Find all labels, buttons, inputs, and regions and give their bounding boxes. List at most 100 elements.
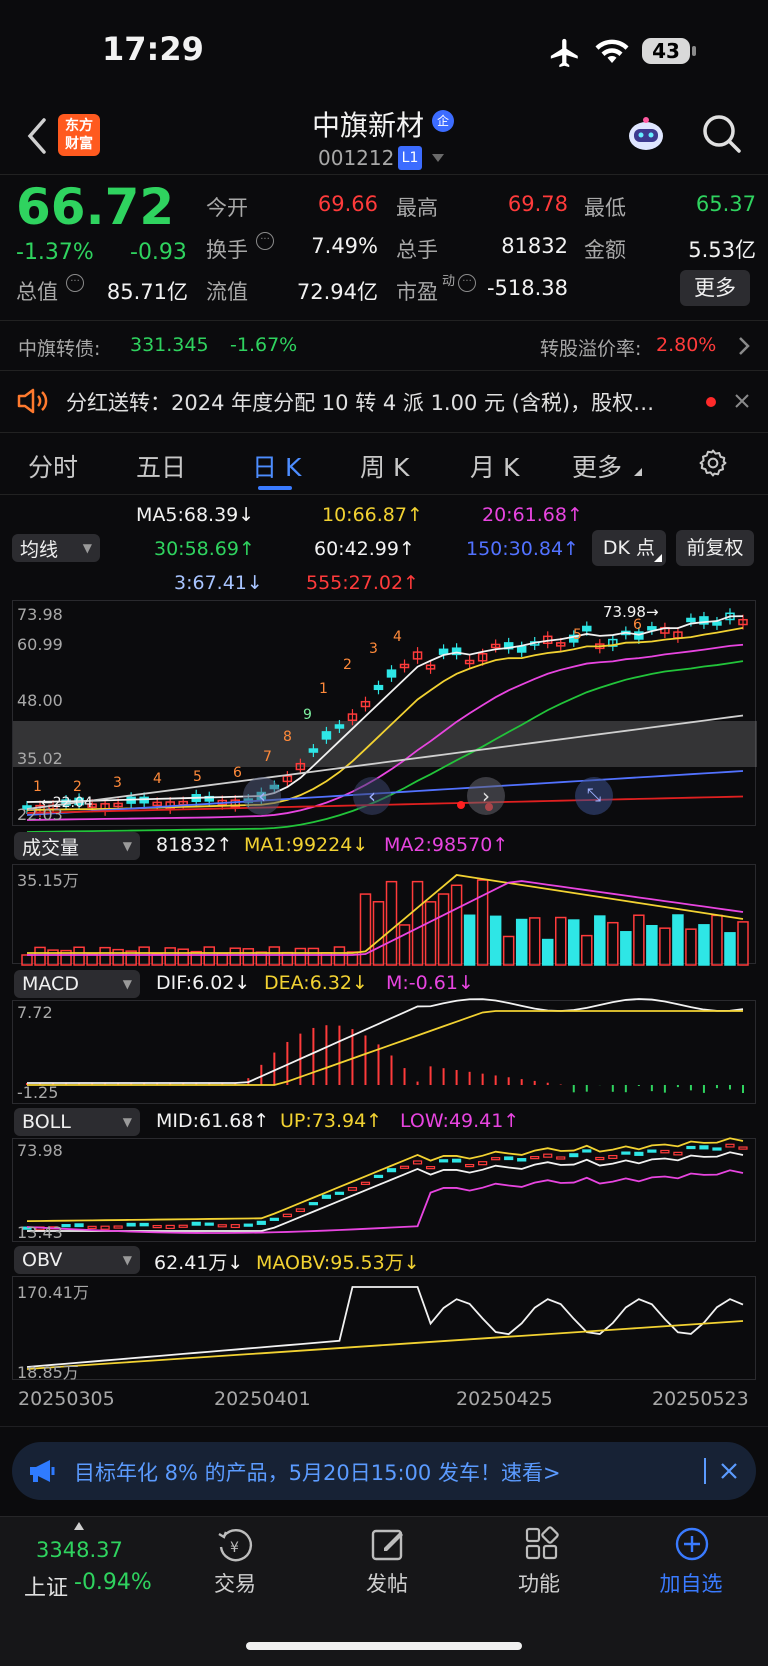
boll-candle bbox=[491, 1157, 501, 1161]
macd-y-min: -1.25 bbox=[17, 1083, 59, 1102]
volume-bar bbox=[711, 914, 723, 966]
dropdown-arrow-icon: ▼ bbox=[82, 541, 92, 555]
boll-candle bbox=[386, 1168, 397, 1173]
nav-functions[interactable]: 功能 bbox=[464, 1568, 614, 1598]
index-value[interactable]: 3348.37 bbox=[36, 1538, 123, 1562]
volume-bar bbox=[541, 938, 554, 966]
pe-superscript: 动 bbox=[442, 274, 456, 289]
high-label: 最高 bbox=[396, 196, 438, 220]
nav-add-watch[interactable]: 加自选 bbox=[616, 1568, 766, 1598]
more-button[interactable]: 更多 bbox=[680, 270, 750, 306]
boll-candle bbox=[634, 1151, 644, 1156]
adjust-button[interactable]: 前复权 bbox=[676, 530, 754, 566]
scroll-prev-button[interactable]: ‹ bbox=[353, 777, 391, 815]
ma5-value: MA5:68.39↓ bbox=[136, 504, 255, 526]
obv-selector[interactable]: OBV ▼ bbox=[14, 1246, 140, 1274]
boll-svg bbox=[22, 1137, 748, 1234]
index-name[interactable]: 上证 bbox=[24, 1570, 68, 1602]
boll-selector-label: BOLL bbox=[22, 1111, 71, 1133]
ma10-value: 10:66.87↑ bbox=[322, 504, 423, 526]
kline-y-label-4: 35.02 bbox=[17, 749, 63, 768]
signal-dot bbox=[457, 801, 465, 809]
nav-post[interactable]: 发帖 bbox=[312, 1568, 462, 1598]
boll-candle bbox=[230, 1224, 240, 1229]
tab-daily-k[interactable]: 日 K bbox=[252, 448, 301, 484]
bond-price: 331.345 bbox=[130, 334, 209, 356]
min-price-marker: ←22.04 bbox=[41, 795, 93, 811]
dropdown-arrow-icon: ▼ bbox=[122, 1253, 132, 1267]
kline-chart[interactable]: 123456789123456 73.98 60.99 48.00 35.02 … bbox=[12, 600, 757, 833]
volume-bar bbox=[242, 948, 255, 966]
volume-bar bbox=[620, 931, 632, 966]
bond-change: -1.67% bbox=[230, 334, 298, 356]
volume-bar bbox=[307, 947, 320, 966]
boll-candle bbox=[543, 1153, 553, 1158]
tab-intraday[interactable]: 分时 bbox=[28, 448, 78, 484]
volume-bar bbox=[138, 946, 150, 966]
volume-bar bbox=[489, 915, 502, 966]
volume-selector-label: 成交量 bbox=[22, 836, 80, 859]
tab-five-day[interactable]: 五日 bbox=[136, 448, 186, 484]
candle-body bbox=[321, 731, 332, 740]
x-axis-date-4: 20250523 bbox=[652, 1388, 749, 1410]
volume-y-max: 35.15万 bbox=[17, 871, 79, 890]
scroll-next-button[interactable]: › bbox=[467, 777, 505, 815]
boll-candle bbox=[61, 1224, 71, 1228]
ma30-value: 30:58.69↑ bbox=[154, 538, 255, 560]
enterprise-badge: 企 bbox=[432, 110, 454, 132]
obv-line bbox=[26, 1286, 744, 1368]
td-count-label: 1 bbox=[319, 681, 328, 697]
bond-label: 中旗转债: bbox=[18, 338, 101, 360]
boll-candle bbox=[425, 1166, 436, 1170]
obv-selector-label: OBV bbox=[22, 1249, 63, 1271]
tab-monthly-k[interactable]: 月 K bbox=[470, 448, 519, 484]
td-count-label: 7 bbox=[263, 749, 272, 765]
macd-selector[interactable]: MACD ▼ bbox=[14, 970, 140, 998]
index-change[interactable]: -0.94% bbox=[74, 1570, 152, 1595]
volume-bar bbox=[659, 927, 671, 966]
td-count-label: 4 bbox=[393, 629, 402, 645]
boll-selector[interactable]: BOLL ▼ bbox=[14, 1108, 140, 1136]
macd-svg bbox=[26, 998, 744, 1093]
kline-y-label-3: 48.00 bbox=[17, 691, 63, 710]
low-label: 最低 bbox=[584, 196, 626, 220]
premium-label: 转股溢价率: bbox=[540, 338, 642, 360]
boll-candle bbox=[126, 1222, 136, 1227]
volume-selector[interactable]: 成交量 ▼ bbox=[14, 832, 140, 860]
ma60-value: 60:42.99↑ bbox=[314, 538, 415, 560]
promo-banner[interactable]: 目标年化 8% 的产品，5月20日15:00 发车！速看> bbox=[12, 1442, 756, 1500]
pe-value: -518.38 bbox=[486, 276, 568, 300]
boll-candle bbox=[699, 1145, 709, 1150]
boll-candle bbox=[504, 1156, 514, 1161]
volume-bar bbox=[372, 901, 385, 966]
tab-more[interactable]: 更多 bbox=[572, 448, 622, 484]
macd-chart: 7.72 -1.25 bbox=[12, 998, 756, 1104]
expand-icon[interactable]: ⤡ bbox=[575, 777, 613, 815]
notice-bar[interactable]: 分红送转：2024 年度分配 10 转 4 派 1.00 元 (含税)，股权… bbox=[0, 371, 768, 431]
candle-body bbox=[712, 621, 722, 626]
boll-candle bbox=[712, 1147, 722, 1151]
candle-body bbox=[516, 645, 527, 653]
boll-candle bbox=[295, 1208, 305, 1213]
ma-selector[interactable]: 均线 ▼ bbox=[12, 534, 100, 562]
volume-value: 81832 bbox=[501, 234, 568, 258]
svg-text:¥: ¥ bbox=[230, 1540, 239, 1556]
volume-chart: 35.15万 bbox=[12, 864, 756, 966]
level-badge[interactable]: L1 bbox=[398, 146, 422, 170]
boll-mid: MID:61.68↑ bbox=[156, 1110, 270, 1132]
app-logo[interactable]: 东方 财富 bbox=[58, 114, 100, 156]
nav-trade[interactable]: 交易 bbox=[160, 1568, 310, 1598]
scroll-left-button[interactable]: ‹ bbox=[243, 777, 281, 815]
change-percent: -1.37% bbox=[16, 240, 94, 265]
pe-label: 市盈 bbox=[396, 280, 438, 304]
macd-dea: DEA:6.32↓ bbox=[264, 972, 368, 994]
tab-weekly-k[interactable]: 周 K bbox=[360, 448, 409, 484]
turnover-info-icon[interactable]: ··· bbox=[256, 232, 274, 250]
mktcap-info-icon[interactable]: ··· bbox=[66, 274, 84, 292]
maobv-line bbox=[26, 1320, 744, 1370]
obv-chart: 170.41万 18.85万 bbox=[12, 1276, 756, 1382]
candle-body bbox=[334, 724, 345, 729]
boll-candle bbox=[478, 1161, 488, 1166]
boll-candle bbox=[308, 1202, 318, 1206]
stock-code: 001212 bbox=[318, 146, 395, 170]
